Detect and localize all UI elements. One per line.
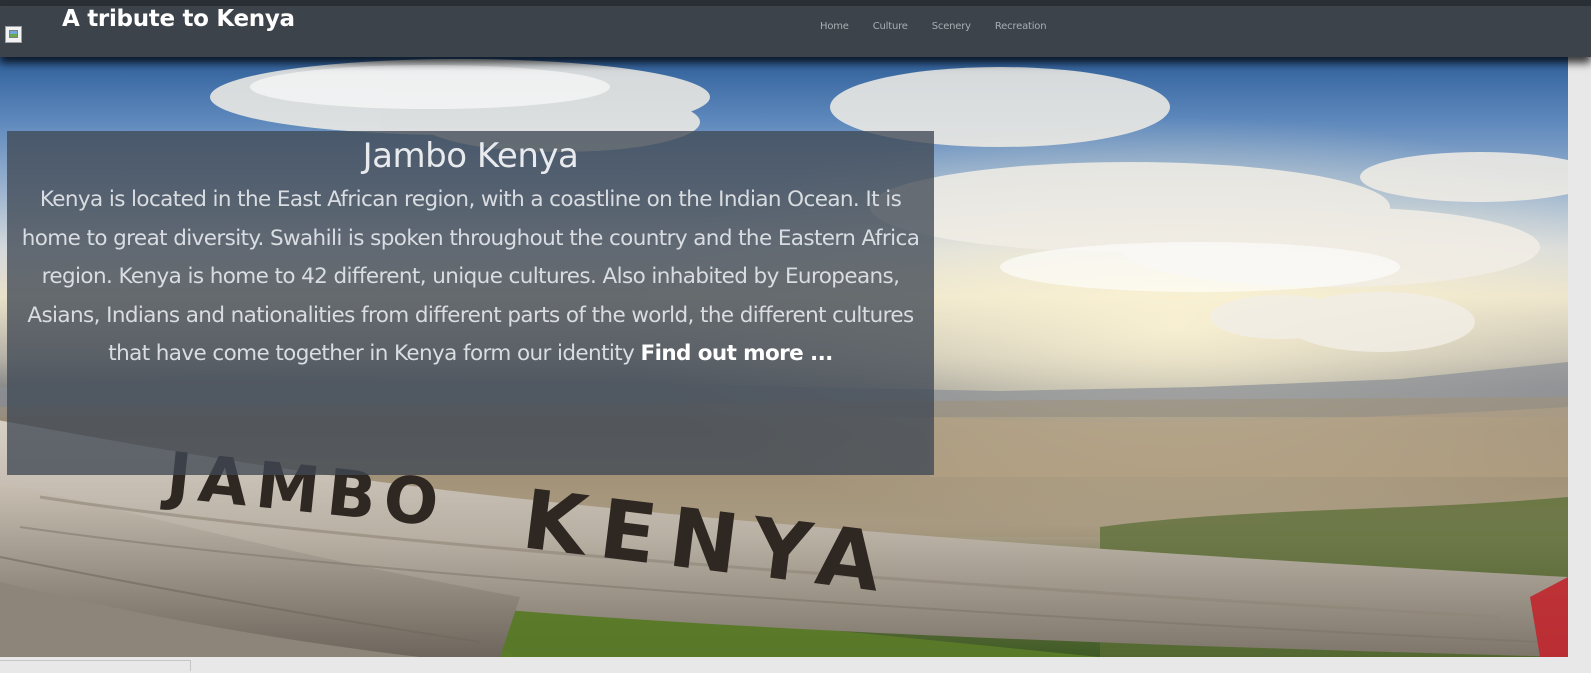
bottom-tab-edge: [0, 660, 191, 671]
page: JAMBO KENYA A tribute to Kenya Home Cult…: [0, 0, 1591, 673]
nav-link-recreation[interactable]: Recreation: [995, 21, 1047, 32]
broken-image-icon[interactable]: [5, 26, 22, 43]
card-body: Kenya is located in the East African reg…: [15, 181, 926, 374]
page-right-gutter: [1568, 57, 1591, 673]
page-bottom-bar: [0, 657, 1591, 673]
nav-link-scenery[interactable]: Scenery: [932, 21, 971, 32]
image-placeholder-glyph: [9, 30, 18, 38]
intro-card: Jambo Kenya Kenya is located in the East…: [7, 131, 934, 475]
nav-menu: Home Culture Scenery Recreation: [820, 21, 1070, 32]
card-title: Jambo Kenya: [362, 136, 579, 176]
nav-link-culture[interactable]: Culture: [873, 21, 908, 32]
card-body-text: Kenya is located in the East African reg…: [21, 187, 920, 366]
nav-link-home[interactable]: Home: [820, 21, 849, 32]
top-navbar: A tribute to Kenya Home Culture Scenery …: [0, 6, 1591, 57]
site-title[interactable]: A tribute to Kenya: [62, 6, 295, 32]
find-out-more-link[interactable]: Find out more ...: [640, 341, 833, 366]
